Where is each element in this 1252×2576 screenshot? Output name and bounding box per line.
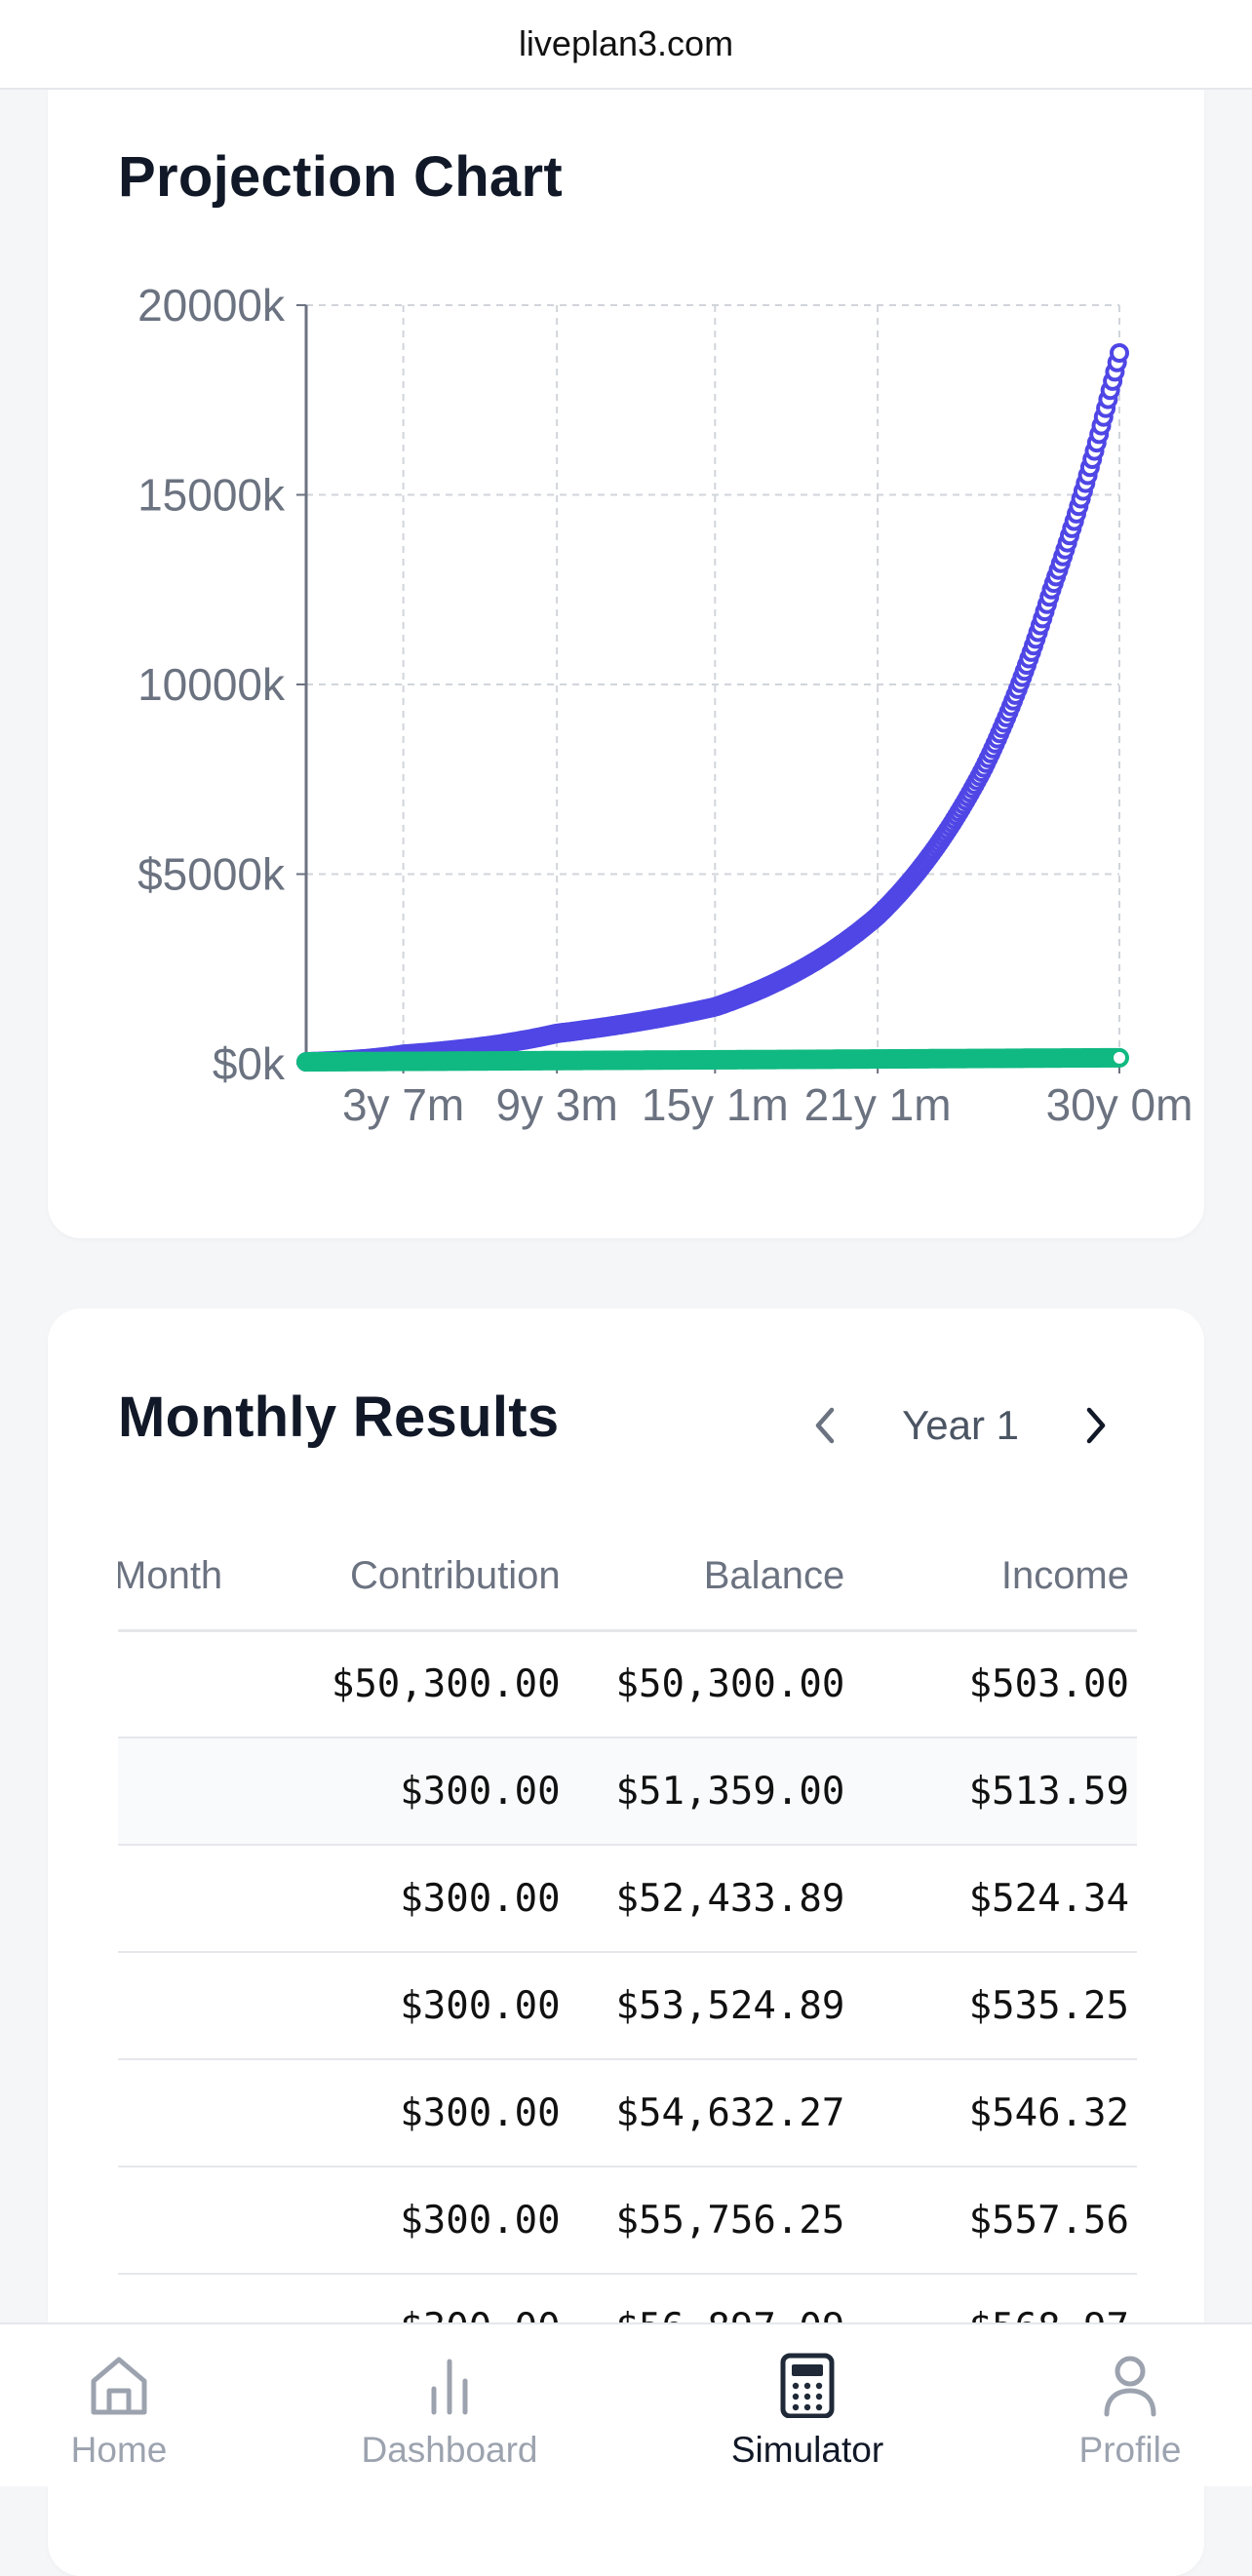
contribution-column-header[interactable]: Contribution bbox=[284, 1523, 568, 1632]
chart-y-tick-label: 15000k bbox=[137, 470, 286, 521]
nav-profile[interactable]: Profile bbox=[1067, 2324, 1193, 2488]
chart-x-tick-label: 30y 0m bbox=[1046, 1079, 1193, 1130]
balance-column-header[interactable]: Balance bbox=[567, 1523, 853, 1632]
nav-simulator-label: Simulator bbox=[730, 2430, 884, 2470]
income-cell: $524.34 bbox=[852, 1845, 1137, 1953]
url-bar[interactable]: liveplan3.com bbox=[0, 0, 1252, 90]
month-cell bbox=[118, 2059, 284, 2167]
balance-data-point bbox=[1110, 343, 1129, 363]
table-row: $300.00 $55,756.25 $557.56 bbox=[118, 2166, 1137, 2275]
previous-year-button[interactable] bbox=[801, 1401, 849, 1450]
nav-home[interactable]: Home bbox=[51, 2324, 187, 2488]
contribution-cell: $50,300.00 bbox=[284, 1630, 568, 1738]
chart-x-tick-label: 9y 3m bbox=[496, 1079, 618, 1130]
table-row: $50,300.00 $50,300.00 $503.00 bbox=[118, 1630, 1137, 1738]
month-cell bbox=[118, 1845, 284, 1953]
income-cell: $535.25 bbox=[852, 1952, 1137, 2060]
nav-dashboard-label: Dashboard bbox=[361, 2430, 538, 2470]
chart-x-tick-label: 21y 1m bbox=[804, 1079, 952, 1130]
contribution-cell: $300.00 bbox=[284, 2166, 568, 2275]
income-column-header[interactable]: Income bbox=[852, 1523, 1137, 1632]
balance-series-line bbox=[298, 345, 1127, 1071]
balance-cell: $52,433.89 bbox=[567, 1845, 853, 1953]
home-icon bbox=[91, 2357, 147, 2415]
month-cell bbox=[118, 1952, 284, 2060]
chevron-right-icon bbox=[1086, 1407, 1106, 1444]
chart-y-tick-label: $0k bbox=[213, 1038, 286, 1089]
balance-cell: $51,359.00 bbox=[567, 1737, 853, 1846]
user-icon bbox=[1104, 2356, 1156, 2417]
year-label: Year 1 bbox=[902, 1402, 1019, 1448]
chart-x-tick-label: 15y 1m bbox=[642, 1079, 789, 1130]
income-cell: $503.00 bbox=[852, 1630, 1137, 1738]
balance-cell: $53,524.89 bbox=[567, 1952, 853, 2060]
projection-chart-card: $0k $5000k 10000k 15000k 20000k 3y 7m 9y 3m 15y… bbox=[48, 59, 1204, 1238]
results-table-scroll[interactable]: Month Contribution Balance Income $50,30… bbox=[118, 1523, 1181, 2382]
chart-x-tick-label: 3y 7m bbox=[342, 1079, 464, 1130]
table-row: $300.00 $53,524.89 $535.25 bbox=[118, 1952, 1137, 2060]
url-text: liveplan3.com bbox=[518, 23, 734, 63]
balance-cell: $54,632.27 bbox=[567, 2059, 853, 2167]
contribution-cell: $300.00 bbox=[284, 1952, 568, 2060]
income-cell: $546.32 bbox=[852, 2059, 1137, 2167]
nav-home-label: Home bbox=[70, 2430, 168, 2470]
nav-simulator[interactable]: Simulator bbox=[717, 2324, 898, 2488]
contribution-data-point bbox=[1110, 1047, 1129, 1068]
chart-card-title: Projection Chart bbox=[118, 145, 563, 209]
bottom-navigation: Home Dashboard Simulator Profile bbox=[0, 2322, 1252, 2486]
month-cell bbox=[118, 1737, 284, 1846]
results-table: Month Contribution Balance Income $50,30… bbox=[118, 1523, 1137, 2382]
chart-y-tick-label: 10000k bbox=[137, 659, 286, 710]
contribution-cell: $300.00 bbox=[284, 1845, 568, 1953]
next-year-button[interactable] bbox=[1072, 1401, 1120, 1450]
calculator-icon bbox=[780, 2353, 835, 2418]
balance-cell: $55,756.25 bbox=[567, 2166, 853, 2275]
chart-y-tick-label: 20000k bbox=[137, 280, 286, 331]
chart-y-tick-label: $5000k bbox=[137, 849, 286, 900]
bar-chart-icon bbox=[431, 2359, 468, 2415]
balance-cell: $50,300.00 bbox=[567, 1630, 853, 1738]
chevron-left-icon bbox=[815, 1407, 835, 1444]
month-cell bbox=[118, 2166, 284, 2275]
nav-dashboard[interactable]: Dashboard bbox=[347, 2324, 552, 2488]
income-cell: $557.56 bbox=[852, 2166, 1137, 2275]
income-cell: $513.59 bbox=[852, 1737, 1137, 1846]
table-row: $300.00 $51,359.00 $513.59 bbox=[118, 1737, 1137, 1846]
table-row: $300.00 $52,433.89 $524.34 bbox=[118, 1845, 1137, 1953]
table-header-row: Month Contribution Balance Income bbox=[118, 1523, 1137, 1632]
table-row: $300.00 $54,632.27 $546.32 bbox=[118, 2059, 1137, 2167]
results-card-title: Monthly Results bbox=[118, 1386, 560, 1449]
contribution-cell: $300.00 bbox=[284, 2059, 568, 2167]
year-navigator: Year 1 bbox=[801, 1377, 1120, 1474]
nav-profile-label: Profile bbox=[1078, 2430, 1182, 2470]
month-cell bbox=[118, 1630, 284, 1738]
month-column-header[interactable]: Month bbox=[118, 1523, 284, 1632]
contribution-cell: $300.00 bbox=[284, 1737, 568, 1846]
projection-chart: $0k $5000k 10000k 15000k 20000k 3y 7m 9y 3m 15y… bbox=[137, 280, 1193, 1130]
